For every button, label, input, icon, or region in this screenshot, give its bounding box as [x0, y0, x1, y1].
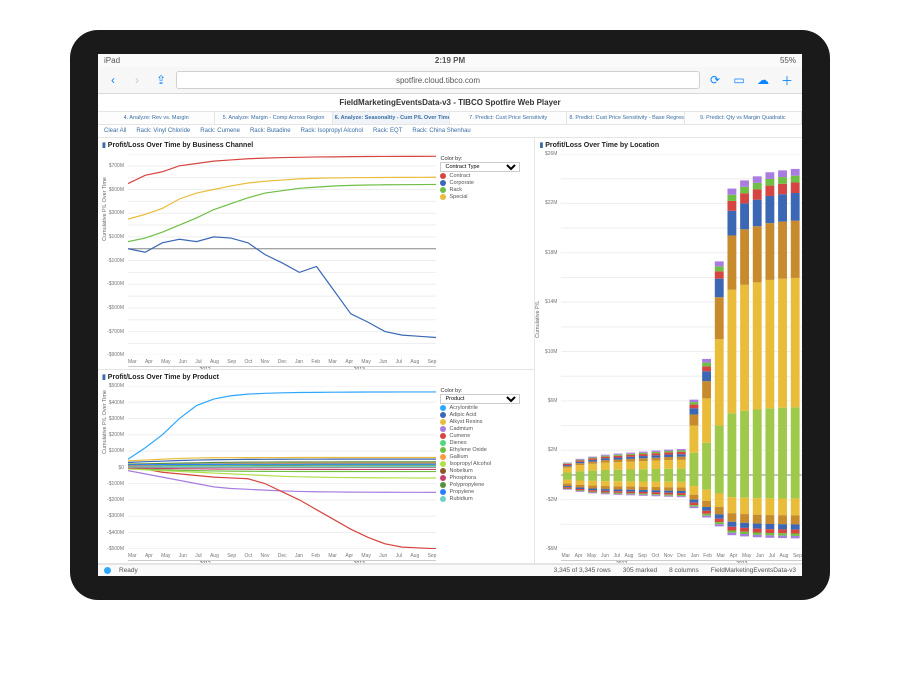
- legend-item[interactable]: Acrylonitrile: [440, 405, 530, 411]
- chart-location[interactable]: Cumulative P/L Movement Date (Month) -$6…: [561, 154, 802, 549]
- report-tab[interactable]: 5. Analyze: Margin - Comp Across Region: [215, 112, 332, 124]
- legend-b: Color by: Product AcrylonitrileAdipic Ac…: [436, 384, 534, 563]
- legend-item[interactable]: Cumene: [440, 433, 530, 439]
- legend-item[interactable]: Nobelium: [440, 468, 530, 474]
- battery-label: 55%: [780, 56, 796, 65]
- legend-item[interactable]: Propylene: [440, 489, 530, 495]
- status-marked: 305 marked: [623, 567, 657, 574]
- status-file: FieldMarketingEventsData-v3: [711, 567, 796, 574]
- legend-item[interactable]: Rack: [440, 187, 530, 193]
- filter-link[interactable]: Rack: EQT: [373, 128, 402, 134]
- page-title: FieldMarketingEventsData-v3 - TIBCO Spot…: [98, 94, 802, 112]
- legend-item[interactable]: Rubidium: [440, 496, 530, 502]
- legend-a-select[interactable]: Contract Type: [440, 162, 520, 172]
- legend-item[interactable]: Alkyst Resins: [440, 419, 530, 425]
- report-tab[interactable]: 7. Predict: Cust Price Sensitivity: [450, 112, 567, 124]
- reload-icon[interactable]: ⟳: [706, 71, 724, 89]
- filter-link[interactable]: Rack: Butadine: [250, 128, 291, 134]
- cloud-icon[interactable]: ☁: [754, 71, 772, 89]
- legend-item[interactable]: Contract: [440, 173, 530, 179]
- report-tab[interactable]: 4. Analyze: Rev vs. Margin: [98, 112, 215, 124]
- url-bar[interactable]: spotfire.cloud.tibco.com: [176, 71, 700, 89]
- back-button[interactable]: ‹: [104, 71, 122, 89]
- report-tab[interactable]: 9. Predict: Qty vs Margin Quadratic: [685, 112, 802, 124]
- chart-product[interactable]: Cumulative P/L Over Time Movement Date (…: [128, 386, 436, 549]
- legend-a: Color by: Contract Type ContractCorporat…: [436, 152, 534, 369]
- new-tab-button[interactable]: ＋: [778, 71, 796, 89]
- ios-status-bar: iPad 2:19 PM 55%: [98, 54, 802, 67]
- legend-item[interactable]: Dienes: [440, 440, 530, 446]
- status-dot-icon: [104, 567, 111, 574]
- legend-item[interactable]: Phosphora: [440, 475, 530, 481]
- status-bar: Ready 3,345 of 3,345 rows 305 marked 8 c…: [98, 564, 802, 576]
- legend-item[interactable]: Corporate: [440, 180, 530, 186]
- status-cols: 8 columns: [669, 567, 699, 574]
- filter-link[interactable]: Rack: Cumene: [200, 128, 240, 134]
- chart-business-channel[interactable]: Cumulative P/L Over Time Movement Date (…: [128, 154, 436, 355]
- legend-b-select[interactable]: Product: [440, 394, 520, 404]
- status-rows: 3,345 of 3,345 rows: [554, 567, 611, 574]
- legend-item[interactable]: Adipic Acid: [440, 412, 530, 418]
- legend-item[interactable]: Isopropyl Alcohol: [440, 461, 530, 467]
- status-ready: Ready: [119, 567, 138, 574]
- filter-link[interactable]: Rack: Isopropyl Alcohol: [301, 128, 363, 134]
- share-icon[interactable]: ⇪: [152, 71, 170, 89]
- panel-c-title: Profit/Loss Over Time by Location: [535, 138, 802, 152]
- safari-toolbar: ‹ › ⇪ spotfire.cloud.tibco.com ⟳ ▭ ☁ ＋: [98, 67, 802, 94]
- report-tab[interactable]: 8. Predict: Cust Price Sensitivity - Bas…: [567, 112, 684, 124]
- carrier-label: iPad: [104, 56, 120, 65]
- filter-link[interactable]: Rack: Vinyl Chloride: [136, 128, 190, 134]
- report-tab[interactable]: 6. Analyze: Seasonality - Cum P/L Over T…: [333, 112, 450, 124]
- filter-links: Clear All Rack: Vinyl Chloride Rack: Cumen…: [98, 125, 802, 138]
- report-tabs: 4. Analyze: Rev vs. Margin5. Analyze: Ma…: [98, 112, 802, 125]
- book-icon[interactable]: ▭: [730, 71, 748, 89]
- legend-item[interactable]: Gallium: [440, 454, 530, 460]
- legend-item[interactable]: Special: [440, 194, 530, 200]
- legend-item[interactable]: Ethylene Oxide: [440, 447, 530, 453]
- legend-item[interactable]: Cadmium: [440, 426, 530, 432]
- panel-a-title: Profit/Loss Over Time by Business Channe…: [98, 138, 534, 152]
- screen: iPad 2:19 PM 55% ‹ › ⇪ spotfire.cloud.ti…: [98, 54, 802, 576]
- filter-link[interactable]: Clear All: [104, 128, 126, 134]
- forward-button[interactable]: ›: [128, 71, 146, 89]
- filter-link[interactable]: Rack: China Shenhau: [412, 128, 470, 134]
- panel-b-title: Profit/Loss Over Time by Product: [98, 370, 534, 384]
- dashboard: Profit/Loss Over Time by Business Channe…: [98, 138, 802, 564]
- clock: 2:19 PM: [435, 56, 465, 65]
- legend-item[interactable]: Polypropylene: [440, 482, 530, 488]
- tablet-frame: iPad 2:19 PM 55% ‹ › ⇪ spotfire.cloud.ti…: [70, 30, 830, 600]
